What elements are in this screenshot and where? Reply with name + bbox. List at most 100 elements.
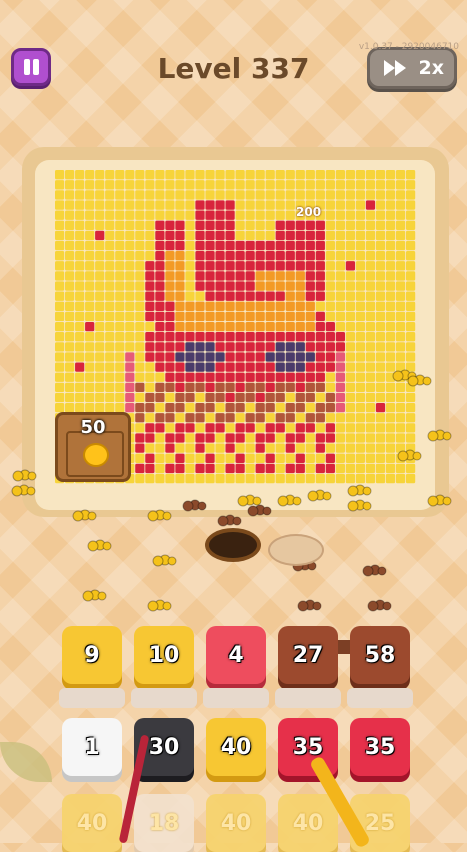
pixel-cell: [205, 372, 215, 382]
pixel-cell: [345, 413, 356, 423]
pixel-cell: [145, 281, 155, 291]
pixel-cell: [255, 220, 265, 230]
pixel-cell: [145, 402, 155, 413]
pixel-cell: [405, 362, 416, 372]
pixel-cell: [305, 180, 315, 190]
pixel-cell: [155, 291, 165, 301]
pixel-cell: [225, 190, 235, 200]
pixel-cell: [265, 271, 275, 281]
pixel-cell: [115, 271, 125, 281]
pixel-cell: [365, 251, 376, 261]
pixel-cell: [175, 230, 185, 241]
pixel-cell: [125, 271, 135, 281]
pixel-cell: [195, 473, 205, 484]
pixel-cell: [355, 301, 366, 312]
pixel-cell: [165, 281, 175, 291]
pixel-cell: [275, 271, 285, 281]
pixel-cell: [105, 291, 115, 301]
pixel-cell: [345, 352, 356, 362]
pixel-cell: [115, 352, 125, 362]
pixel-cell: [365, 382, 376, 393]
pixel-cell: [55, 271, 65, 281]
ant-tile[interactable]: 40: [206, 718, 266, 776]
ant-tile[interactable]: 35: [350, 718, 410, 776]
floating-score: 200: [296, 205, 322, 219]
pixel-cell: [145, 180, 155, 190]
pixel-cell: [385, 261, 396, 271]
pixel-cell: [375, 200, 386, 210]
pixel-cell: [355, 240, 366, 251]
pixel-cell: [55, 301, 65, 312]
pixel-cell: [315, 413, 325, 423]
tile-slot: [347, 688, 413, 708]
pixel-cell: [345, 180, 356, 190]
pixel-cell: [85, 321, 95, 332]
pixel-cell: [335, 342, 346, 352]
pixel-cell: [365, 170, 376, 180]
pixel-cell: [65, 251, 75, 261]
pixel-cell: [95, 402, 105, 413]
pixel-cell: [65, 271, 75, 281]
pixel-cell: [365, 352, 376, 362]
pixel-cell: [235, 423, 245, 433]
pixel-cell: [205, 240, 215, 251]
pixel-cell: [315, 463, 325, 474]
pixel-cell: [345, 230, 356, 241]
pixel-cell: [165, 423, 175, 433]
pixel-cell: [115, 301, 125, 312]
ant-tile[interactable]: 9: [62, 626, 122, 684]
pixel-cell: [125, 342, 135, 352]
ant-tile[interactable]: 1: [62, 718, 122, 776]
pixel-cell: [395, 372, 406, 382]
pixel-cell: [265, 352, 275, 362]
pixel-cell: [345, 362, 356, 372]
pixel-cell: [235, 443, 245, 453]
ant-tile[interactable]: 58: [350, 626, 410, 684]
pixel-cell: [365, 453, 376, 463]
pixel-cell: [165, 352, 175, 362]
pixel-cell: [185, 311, 195, 322]
pixel-cell: [135, 463, 145, 474]
pixel-cell: [105, 392, 115, 403]
pixel-cell: [105, 190, 115, 200]
pixel-cell: [245, 291, 255, 301]
leaf-decoration: [0, 742, 52, 782]
pixel-cell: [125, 311, 135, 322]
pixel-cell: [165, 190, 175, 200]
pixel-cell: [175, 473, 185, 484]
pixel-cell: [145, 200, 155, 210]
ant-tile[interactable]: 10: [134, 626, 194, 684]
ant-tile-queued: 40: [62, 794, 122, 852]
pixel-cell: [285, 220, 295, 230]
pixel-cell: [55, 311, 65, 322]
pixel-cell: [325, 230, 335, 241]
speed-toggle-button[interactable]: 2x: [367, 47, 457, 89]
ant-tile[interactable]: 27: [278, 626, 338, 684]
pixel-cell: [295, 423, 305, 433]
version-text: v1.0.37 - 2920046710: [358, 42, 459, 52]
pixel-cell: [325, 220, 335, 230]
pixel-cell: [195, 170, 205, 180]
pixel-cell: [215, 372, 225, 382]
pixel-cell: [115, 402, 125, 413]
pixel-cell: [125, 402, 135, 413]
pixel-cell: [105, 170, 115, 180]
ant-tile[interactable]: 4: [206, 626, 266, 684]
pixel-cell: [195, 392, 205, 403]
pixel-cell: [355, 220, 366, 230]
pixel-cell: [135, 311, 145, 322]
ant-tile[interactable]: 35: [278, 718, 338, 776]
pixel-cell: [85, 291, 95, 301]
pixel-cell: [365, 473, 376, 484]
pixel-cell: [55, 220, 65, 230]
pixel-cell: [405, 281, 416, 291]
pixel-cell: [215, 463, 225, 474]
pixel-cell: [55, 251, 65, 261]
pixel-cell: [355, 180, 366, 190]
pixel-cell: [395, 210, 406, 220]
pixel-cell: [375, 352, 386, 362]
treasure-chest[interactable]: 50: [55, 412, 131, 482]
pixel-cell: [275, 200, 285, 210]
pixel-cell: [285, 423, 295, 433]
pixel-cell: [55, 240, 65, 251]
